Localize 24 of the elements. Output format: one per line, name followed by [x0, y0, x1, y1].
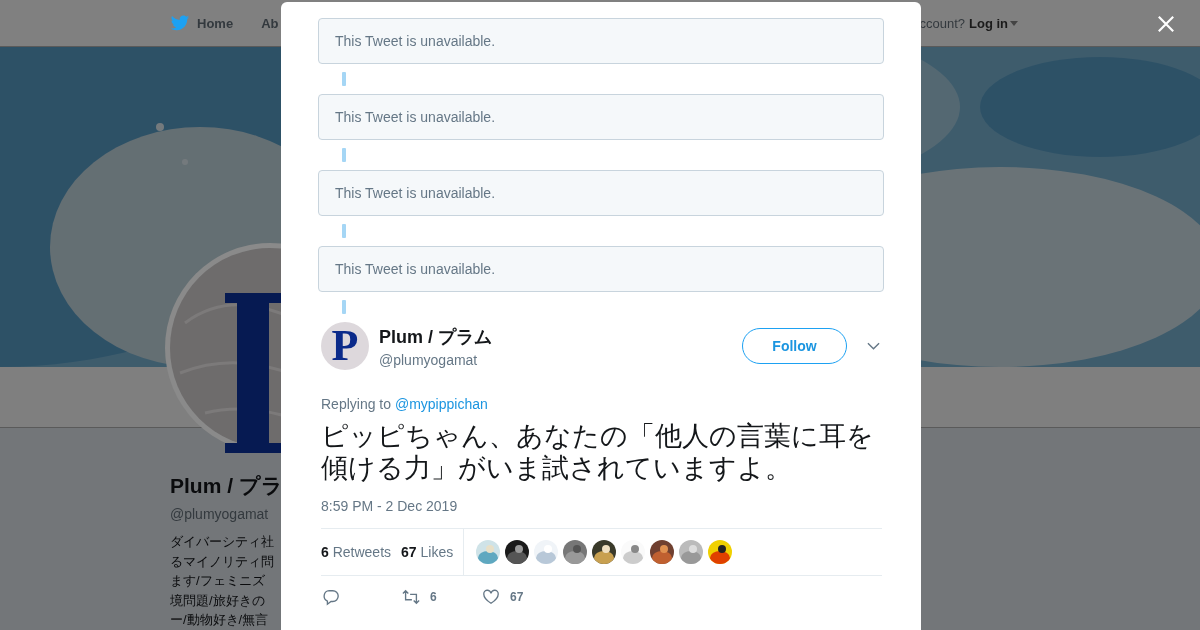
bio-line: るマイノリティ問 — [170, 552, 275, 571]
tweet-time: 8:59 PM - 2 Dec 2019 — [321, 498, 459, 514]
tweet-text: ピッピちゃん、あなたの「他人の言葉に耳を傾ける力」がいま試されていますよ。 — [321, 420, 875, 484]
replying-label: Replying to — [321, 396, 392, 412]
profile-name: Plum / プラ — [170, 473, 281, 499]
action-count: 6 — [430, 590, 437, 604]
bio-line: ダイバーシティ社 — [170, 533, 275, 551]
close-icon[interactable] — [1157, 15, 1175, 33]
account-prompt: ccount? — [919, 15, 965, 31]
bio-line: ー/動物好き/無言 — [170, 611, 270, 629]
nav-link[interactable]: Ab — [261, 15, 279, 31]
bio-line: 境問題/旅好きの — [170, 591, 266, 610]
stat-count[interactable]: 67 Likes — [401, 544, 454, 560]
action-count: 67 — [510, 590, 524, 604]
bio-line: ます/フェミニズ — [170, 572, 266, 590]
nav-link[interactable]: Home — [197, 15, 234, 31]
reply-icon[interactable] — [322, 588, 340, 606]
reply-handle-link[interactable]: @mypippichan — [394, 396, 488, 412]
profile-handle: @plumyogamat — [170, 506, 270, 522]
login-link[interactable]: Log in — [969, 15, 1018, 31]
retweet-icon[interactable] — [402, 588, 420, 606]
stat-count[interactable]: 6 Retweets — [321, 544, 392, 560]
caret-icon — [1010, 20, 1018, 26]
heart-icon[interactable] — [482, 588, 500, 606]
